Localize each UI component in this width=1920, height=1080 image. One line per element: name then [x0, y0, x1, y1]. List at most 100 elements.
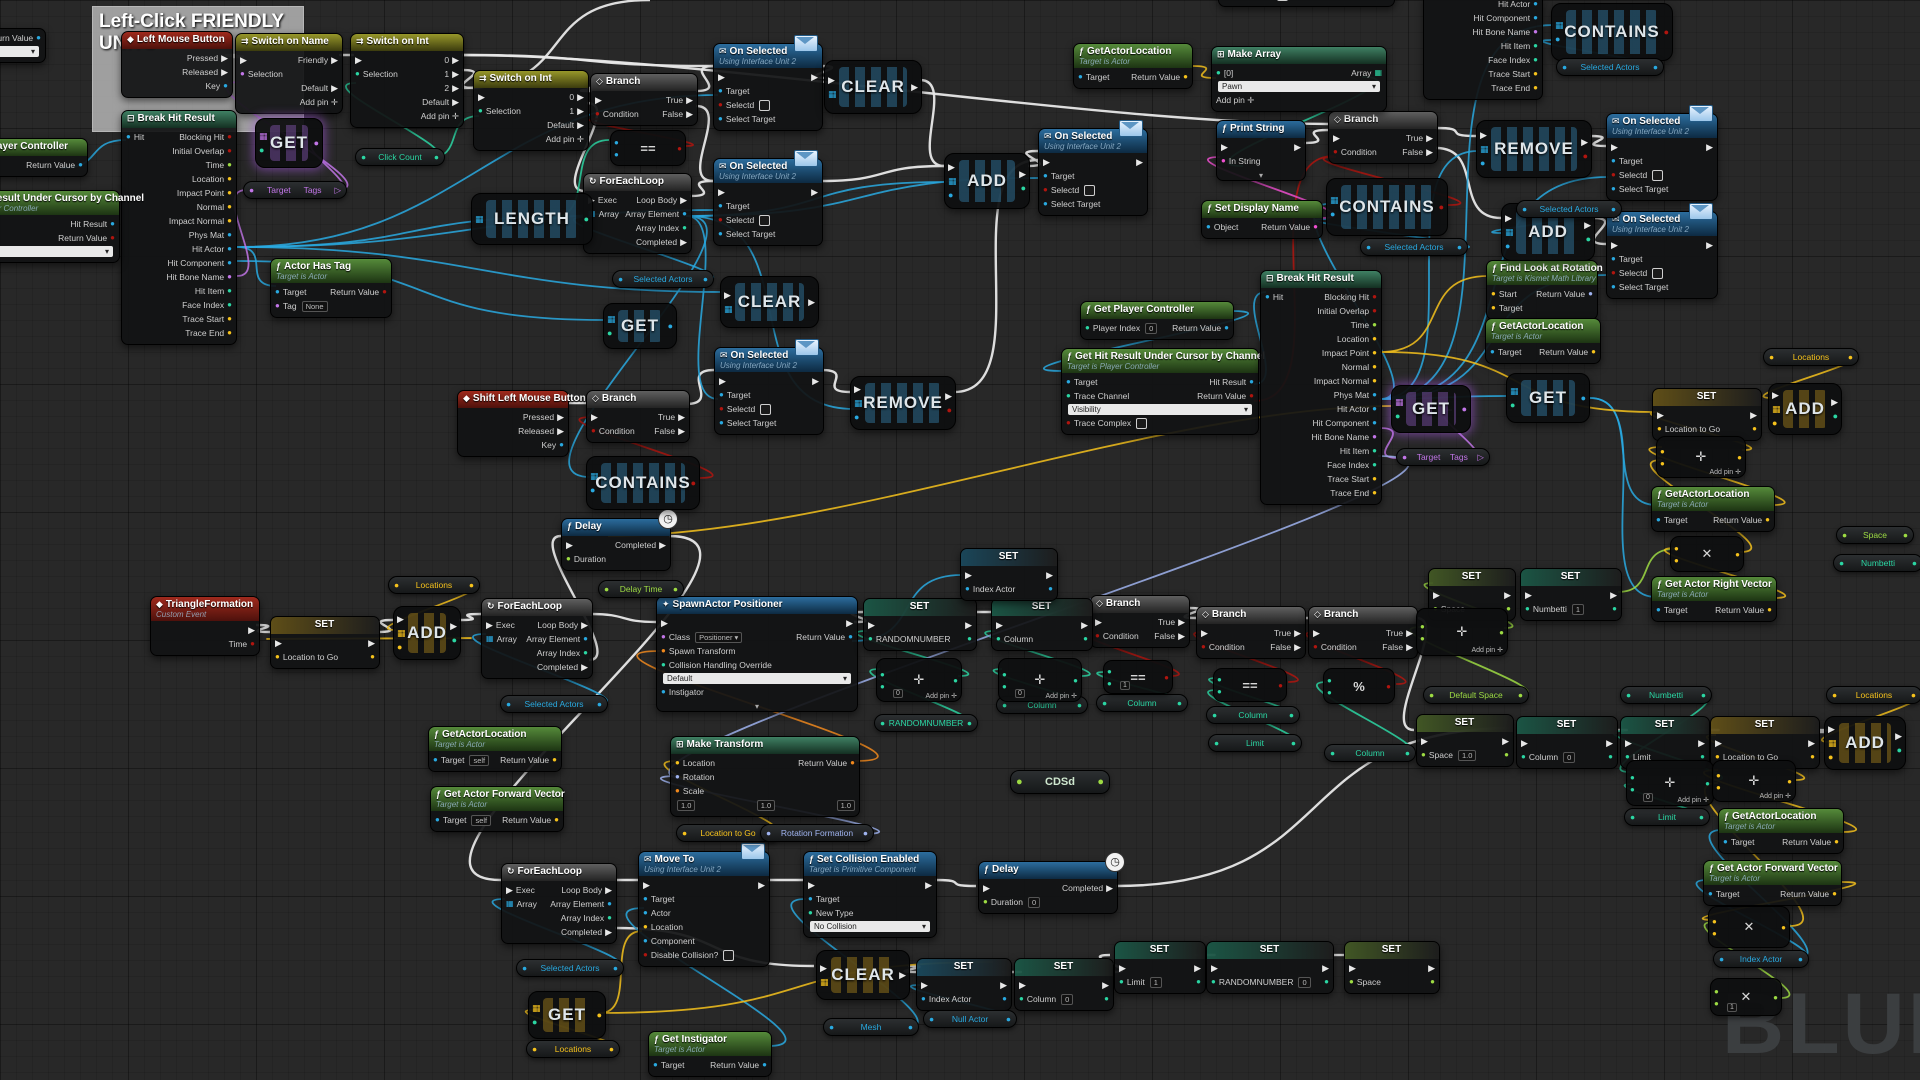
set-index-actor[interactable]: SET▶▶●Index Actor●: [960, 548, 1058, 601]
pill-out-pin[interactable]: ●: [1006, 1014, 1011, 1024]
pin[interactable]: ●: [597, 1010, 602, 1020]
target-pin[interactable]: ●Target: [1490, 347, 1521, 357]
limit-pin[interactable]: ●Limit1: [1119, 977, 1162, 988]
pin-pin[interactable]: ▶: [1625, 739, 1635, 748]
return-value-pin[interactable]: Return Value●: [1782, 837, 1839, 847]
class-pin[interactable]: ●ClassPositioner ▾: [661, 632, 742, 643]
condition-pin[interactable]: ●Condition: [1333, 147, 1377, 157]
numbetti-pin[interactable]: ●Numbetti1: [1525, 604, 1584, 615]
pin-pin[interactable]: ▶: [1501, 591, 1511, 600]
return-value-pin[interactable]: Return Value●: [798, 758, 855, 768]
scale-pin[interactable]: ●Scale: [675, 786, 704, 796]
pill-out-pin[interactable]: ●: [609, 1044, 614, 1054]
add-pin[interactable]: Add pin ✛: [1471, 646, 1503, 654]
node-getactorlocation[interactable]: ƒGetActorLocationTarget is Actor●Targets…: [428, 726, 562, 772]
pin[interactable]: ●: [314, 138, 319, 148]
array-op-get-5[interactable]: GET▦●●: [528, 991, 606, 1039]
variable-pill-limit[interactable]: ●Limit●: [1624, 808, 1710, 826]
default-pin[interactable]: Default▶: [301, 83, 338, 93]
pill-out-pin[interactable]: ▷: [1477, 452, 1484, 463]
exec-pin[interactable]: ▶Exec: [506, 885, 535, 895]
pin-pin[interactable]: ▶: [1805, 739, 1815, 748]
hit-result-pin[interactable]: Hit Result●: [1209, 377, 1254, 387]
pin[interactable]: ▶: [948, 162, 957, 173]
impact-point-pin[interactable]: Impact Point●: [1322, 348, 1377, 358]
node-on-selected[interactable]: ✉On SelectedUsing Interface Unit 2▶▶●Tar…: [1606, 113, 1718, 201]
completed-pin[interactable]: Completed▶: [1062, 883, 1113, 893]
target-pin[interactable]: ●Targetself: [435, 815, 491, 826]
pin-pin[interactable]: ▶: [1703, 241, 1713, 250]
true-pin[interactable]: True▶: [658, 412, 685, 422]
target-pin[interactable]: ●Target: [1611, 254, 1642, 264]
variable-pill-limit[interactable]: ●Limit●: [1208, 734, 1302, 752]
pin[interactable]: ▦: [1330, 195, 1339, 206]
variable-pill-selected-actors[interactable]: ●Selected Actors●: [612, 270, 714, 288]
node-print-string[interactable]: ƒPrint String▶▶●In String▾: [1216, 120, 1306, 181]
node-switch-on-int[interactable]: ⇉Switch on Int▶0▶●Selection1▶2▶Default▶A…: [350, 33, 464, 128]
pin-pin[interactable]: ▶: [1333, 134, 1343, 143]
pin[interactable]: ●: [1581, 151, 1588, 161]
blueprint-graph[interactable]: Left-Click FRIENDLY UNITS BLUEP ◆Left Mo…: [0, 0, 1920, 1080]
set-column[interactable]: SET▶▶●Column●: [991, 598, 1093, 651]
checkbox[interactable]: [1084, 185, 1095, 196]
pill-out-pin[interactable]: ●: [1699, 812, 1704, 822]
selectd-pin[interactable]: ●Selectd: [719, 404, 771, 415]
pin[interactable]: ▶: [450, 621, 457, 632]
trace-start-pin[interactable]: Trace Start●: [1327, 474, 1377, 484]
pin-pin[interactable]: ▶: [1715, 739, 1725, 748]
variable-pill-selected-actors[interactable]: ●Selected Actors●: [500, 695, 608, 713]
checkbox[interactable]: [759, 100, 770, 111]
pin[interactable]: ▦: [1772, 404, 1781, 415]
hit-actor-pin[interactable]: Hit Actor●: [1498, 0, 1538, 9]
return-value-pin[interactable]: Return Value●: [26, 160, 83, 170]
target-pin[interactable]: ●Target: [719, 390, 750, 400]
pin[interactable]: ●: [532, 1017, 541, 1027]
pin[interactable]: ●: [584, 214, 589, 224]
initial-overlap-pin[interactable]: Initial Overlap●: [1317, 306, 1377, 316]
pill-out-pin[interactable]: ●: [1405, 748, 1410, 758]
pin[interactable]: ▦: [1505, 227, 1514, 238]
node-node[interactable]: Return Value●▾: [0, 28, 46, 63]
index-actor-pin[interactable]: ●Index Actor: [965, 584, 1015, 594]
checkbox[interactable]: [1136, 418, 1147, 429]
array-element-pin[interactable]: Array Element●: [526, 634, 588, 644]
target-pin[interactable]: ●Target: [1656, 605, 1687, 615]
array-op-add-13[interactable]: ADD▶▦●▶●: [1824, 716, 1906, 770]
component-pin[interactable]: ●Component: [643, 936, 695, 946]
operator-6[interactable]: ●●✛●Add pin ✛: [1416, 608, 1508, 656]
pin-pin[interactable]: ▶: [1607, 591, 1617, 600]
loop-body-pin[interactable]: Loop Body▶: [537, 620, 588, 630]
dropdown[interactable]: Default▾: [663, 673, 851, 684]
condition-pin[interactable]: ●Condition: [591, 426, 635, 436]
pin-pin[interactable]: ●: [1807, 753, 1815, 761]
pin-pin[interactable]: ▶: [921, 981, 931, 990]
pin[interactable]: ▶: [1480, 130, 1489, 141]
add-pin-pin[interactable]: Add pin ✛: [421, 111, 459, 122]
completed-pin[interactable]: Completed▶: [561, 927, 612, 937]
pin[interactable]: ●: [1828, 752, 1837, 762]
pin[interactable]: ●: [1895, 745, 1902, 755]
checkbox[interactable]: [759, 215, 770, 226]
pin[interactable]: ●: [945, 405, 952, 415]
impact-normal-pin[interactable]: Impact Normal●: [1314, 376, 1377, 386]
pill-out-pin[interactable]: ●: [1701, 690, 1706, 700]
selection-pin[interactable]: ●Selection: [240, 69, 283, 79]
location-pin[interactable]: Location●: [1337, 334, 1377, 344]
variable-pill-target[interactable]: ●TargetTags▷: [1396, 448, 1490, 466]
variable-pill-space[interactable]: ●Space●: [1836, 526, 1914, 544]
array-op-contains-17[interactable]: CONTAINS▦●●: [1326, 178, 1448, 236]
pill-out-pin[interactable]: ●: [1903, 530, 1908, 540]
pin-pin[interactable]: ●: [964, 635, 972, 643]
pin-pin[interactable]: ▶: [1747, 411, 1757, 420]
variable-pill-locations[interactable]: ●Locations●: [1763, 348, 1859, 366]
variable-pill-rotation-formation[interactable]: ●Rotation Formation●: [760, 824, 874, 842]
released-pin[interactable]: Released▶: [182, 67, 228, 77]
pin-pin[interactable]: ●: [1501, 751, 1509, 759]
selectd-pin[interactable]: ●Selectd: [718, 100, 770, 111]
variable-pill-selected-actors[interactable]: ●Selected Actors●: [516, 959, 624, 977]
pin[interactable]: ●: [1019, 183, 1026, 193]
checkbox[interactable]: [723, 950, 734, 961]
node-branch[interactable]: ◇Branch▶True▶●ConditionFalse▶: [1308, 606, 1418, 659]
node-break-hit-result[interactable]: ⊟Break Hit Result●HitBlocking Hit●Initia…: [1260, 270, 1382, 505]
set-randomnumber[interactable]: SET▶▶●RANDOMNUMBER0●: [1206, 941, 1334, 994]
